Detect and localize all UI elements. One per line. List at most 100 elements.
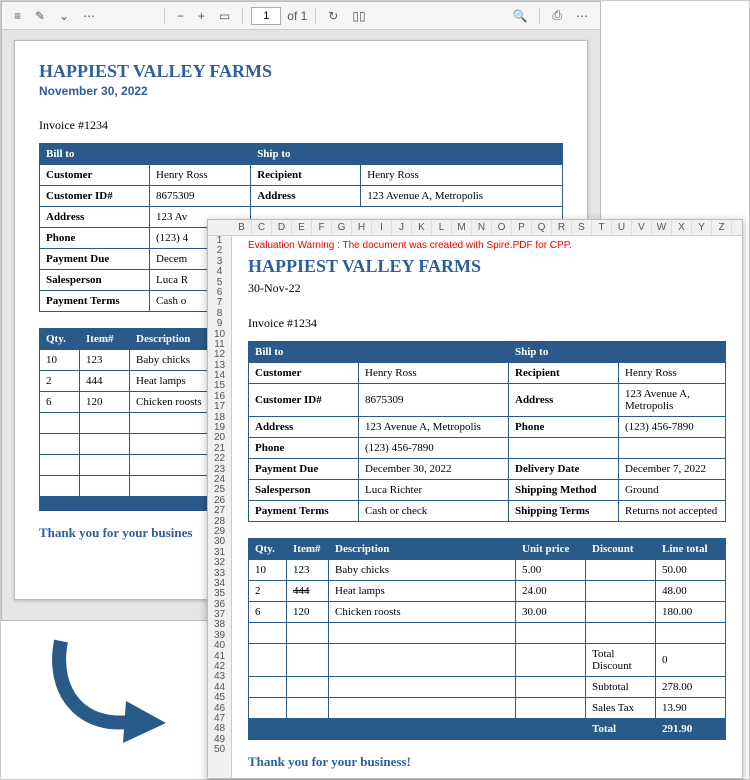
column-header[interactable]: J	[392, 220, 412, 235]
xl-ship-address-label: Address	[509, 384, 619, 417]
column-header[interactable]: H	[352, 220, 372, 235]
column-header[interactable]: E	[292, 220, 312, 235]
xl-terms-label: Payment Terms	[249, 501, 359, 522]
column-header[interactable]: P	[512, 220, 532, 235]
column-header[interactable]: Z	[712, 220, 732, 235]
xl-title: HAPPIEST VALLEY FARMS	[248, 256, 726, 277]
page-number-input[interactable]	[251, 7, 281, 25]
xl-ship-address: 123 Avenue A, Metropolis	[619, 384, 726, 417]
xl-custid-label: Customer ID#	[249, 384, 359, 417]
xl-ship-phone-label: Phone	[509, 417, 619, 438]
row-header[interactable]: 9	[208, 319, 231, 329]
column-header[interactable]: D	[272, 220, 292, 235]
xl-sales: Luca Richter	[359, 480, 509, 501]
xl-ship-phone: (123) 456-7890	[619, 417, 726, 438]
xl-billto-header: Bill to	[249, 342, 509, 363]
conversion-arrow-icon	[41, 631, 171, 751]
xl-phone-label: Phone	[249, 438, 359, 459]
column-header[interactable]: N	[472, 220, 492, 235]
xl-shipterms-label: Shipping Terms	[509, 501, 619, 522]
billto-header: Bill to	[40, 144, 251, 165]
fit-icon[interactable]: ▭	[215, 7, 234, 25]
column-header[interactable]: G	[332, 220, 352, 235]
item-header: Item#	[80, 329, 130, 350]
xl-qty-hdr: Qty.	[249, 539, 287, 560]
print-icon[interactable]: ⎙	[548, 6, 566, 25]
column-header[interactable]: S	[572, 220, 592, 235]
xl-disc-hdr: Discount	[586, 539, 656, 560]
ship-address-label: Address	[251, 186, 361, 207]
xl-item-hdr: Item#	[287, 539, 329, 560]
custid-label: Customer ID#	[40, 186, 150, 207]
xl-delivery-label: Delivery Date	[509, 459, 619, 480]
xl-method-label: Shipping Method	[509, 480, 619, 501]
row-header[interactable]: 27	[208, 506, 231, 516]
xl-customer-label: Customer	[249, 363, 359, 384]
column-header[interactable]: R	[552, 220, 572, 235]
column-header[interactable]: I	[372, 220, 392, 235]
column-header[interactable]: V	[632, 220, 652, 235]
table-row: 6 120 Chicken roosts 30.00 180.00	[249, 602, 726, 623]
column-header[interactable]: O	[492, 220, 512, 235]
column-header[interactable]: T	[592, 220, 612, 235]
table-row: 10 123 Baby chicks 5.00 50.00	[249, 560, 726, 581]
more2-icon[interactable]: ⋯	[572, 7, 592, 25]
pdf-invoice-number: Invoice #1234	[39, 118, 563, 133]
dropdown-icon[interactable]: ⌄	[55, 7, 73, 25]
xl-billto-table: Bill to Ship to Customer Henry Ross Reci…	[248, 341, 726, 522]
spread-icon[interactable]: ▯▯	[348, 7, 369, 25]
freehand-icon[interactable]: ✎	[31, 7, 49, 25]
search-icon[interactable]: 🔍	[508, 7, 531, 25]
xl-thanks: Thank you for your business!	[248, 754, 726, 770]
paydue-label: Payment Due	[40, 249, 150, 270]
xl-desc-hdr: Description	[329, 539, 516, 560]
column-header[interactable]: F	[312, 220, 332, 235]
xl-address-label: Address	[249, 417, 359, 438]
xl-unit-hdr: Unit price	[516, 539, 586, 560]
xl-shipto-header: Ship to	[509, 342, 726, 363]
xl-terms: Cash or check	[359, 501, 509, 522]
column-header[interactable]: K	[412, 220, 432, 235]
pdf-title: HAPPIEST VALLEY FARMS	[39, 61, 563, 82]
column-header[interactable]: L	[432, 220, 452, 235]
excel-column-headers: BCDEFGHIJKLMNOPQRSTUVWXYZ	[208, 220, 742, 236]
evaluation-warning: Evaluation Warning : The document was cr…	[248, 240, 572, 251]
more-icon[interactable]: ⋯	[79, 7, 99, 25]
total-row: Total291.90	[249, 719, 726, 740]
column-header[interactable]: B	[232, 220, 252, 235]
customer-value: Henry Ross	[150, 165, 251, 186]
table-row: 2 444 Heat lamps 24.00 48.00	[249, 581, 726, 602]
xl-items-table: Qty. Item# Description Unit price Discou…	[248, 538, 726, 740]
xl-delivery: December 7, 2022	[619, 459, 726, 480]
zoom-out-icon[interactable]: −	[173, 7, 188, 25]
recipient-value: Henry Ross	[361, 165, 563, 186]
outline-icon[interactable]: ≡	[10, 7, 25, 25]
zoom-in-icon[interactable]: +	[194, 7, 209, 25]
qty-header: Qty.	[40, 329, 80, 350]
row-header[interactable]: 50	[208, 745, 231, 755]
column-header[interactable]: X	[672, 220, 692, 235]
row-header[interactable]: 4	[208, 267, 231, 277]
shipto-header: Ship to	[251, 144, 563, 165]
rotate-icon[interactable]: ↻	[324, 7, 342, 25]
row-header[interactable]: 32	[208, 558, 231, 568]
customer-label: Customer	[40, 165, 150, 186]
recipient-label: Recipient	[251, 165, 361, 186]
xl-phone: (123) 456-7890	[359, 438, 509, 459]
address-label: Address	[40, 207, 150, 228]
xl-customer: Henry Ross	[359, 363, 509, 384]
xl-linetot-hdr: Line total	[656, 539, 726, 560]
xl-recipient: Henry Ross	[619, 363, 726, 384]
ship-address-value: 123 Avenue A, Metropolis	[361, 186, 563, 207]
xl-paydue-label: Payment Due	[249, 459, 359, 480]
column-header[interactable]: Q	[532, 220, 552, 235]
xl-paydue: December 30, 2022	[359, 459, 509, 480]
column-header[interactable]: W	[652, 220, 672, 235]
page-count-label: of 1	[287, 9, 307, 23]
xl-address: 123 Avenue A, Metropolis	[359, 417, 509, 438]
column-header[interactable]: C	[252, 220, 272, 235]
column-header[interactable]: M	[452, 220, 472, 235]
column-header[interactable]: U	[612, 220, 632, 235]
column-header[interactable]: Y	[692, 220, 712, 235]
xl-sales-label: Salesperson	[249, 480, 359, 501]
